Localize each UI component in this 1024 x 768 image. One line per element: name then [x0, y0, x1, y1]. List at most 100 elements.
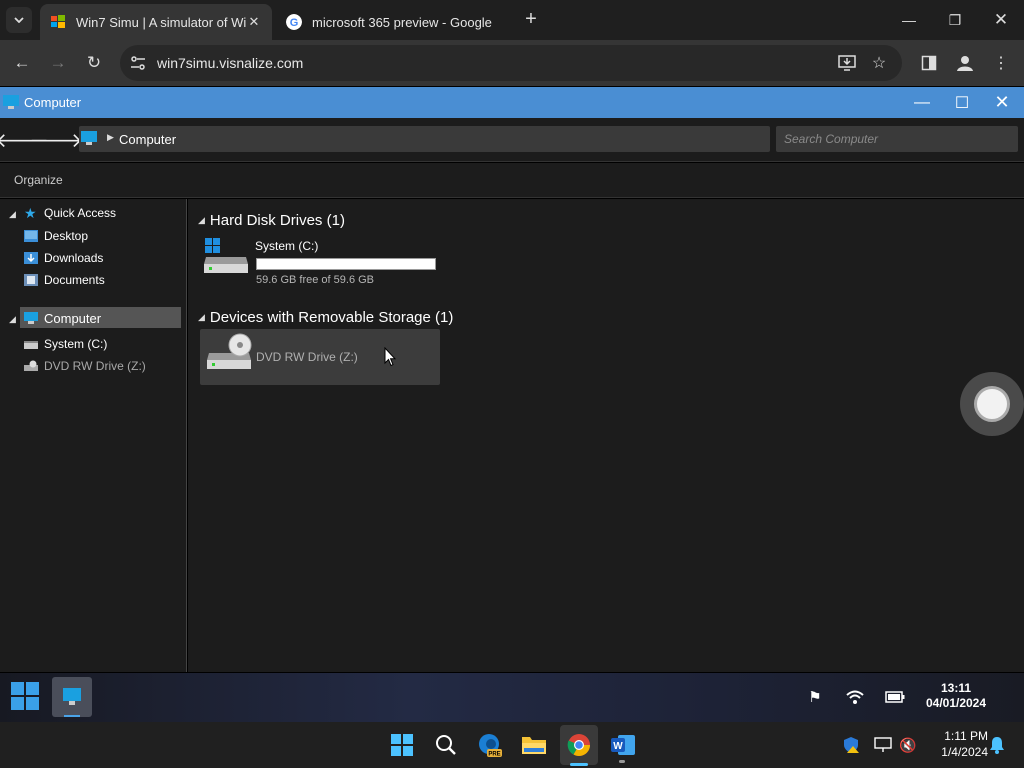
nav-downloads[interactable]: Downloads: [24, 247, 103, 269]
dvd-drive-icon: [207, 333, 252, 369]
nav-label: DVD RW Drive (Z:): [44, 359, 146, 373]
file-explorer-icon[interactable]: [518, 729, 550, 761]
collapse-arrow-icon[interactable]: ◢: [198, 215, 205, 225]
bookmark-star-icon[interactable]: ☆: [868, 52, 890, 74]
hard-disk-group-header[interactable]: ◢ Hard Disk Drives (1): [198, 212, 345, 229]
address-bar[interactable]: win7simu.visnalize.com ☆: [120, 45, 902, 81]
window-maximize-button[interactable]: ☐: [942, 87, 982, 118]
drive-name: System (C:): [255, 239, 319, 253]
taskbar-explorer-button[interactable]: [52, 677, 92, 717]
browser-tab-bar: Win7 Simu | A simulator of Win ✕ G micro…: [0, 0, 1024, 40]
nav-desktop[interactable]: Desktop: [24, 225, 88, 247]
nav-label: Quick Access: [44, 206, 117, 220]
search-input[interactable]: Search Computer: [776, 126, 1018, 152]
expand-arrow-icon[interactable]: ◢: [9, 209, 16, 220]
search-icon[interactable]: [430, 729, 462, 761]
action-center-flag-icon[interactable]: ⚑: [804, 687, 826, 707]
window-minimize-button[interactable]: —: [902, 87, 942, 118]
windows-start-icon[interactable]: [386, 729, 418, 761]
dvd-drive-item[interactable]: DVD RW Drive (Z:): [200, 329, 440, 385]
system-drive-item[interactable]: System (C:) 59.6 GB free of 59.6 GB: [203, 237, 443, 289]
breadcrumb-separator-icon[interactable]: ▶: [107, 132, 114, 143]
nav-dvd-drive[interactable]: DVD RW Drive (Z:): [24, 355, 146, 377]
hard-drive-icon: [24, 341, 38, 349]
notification-bell-icon[interactable]: [982, 729, 1012, 761]
documents-icon: [24, 274, 38, 286]
chrome-active-indicator: [570, 763, 588, 766]
url-text: win7simu.visnalize.com: [157, 55, 304, 71]
explorer-forward-button[interactable]: 🡒: [29, 128, 83, 152]
clock-date: 1/4/2024: [941, 745, 988, 759]
explorer-address-bar[interactable]: ▶ Computer: [79, 126, 770, 152]
loading-spinner: [960, 372, 1024, 436]
tab-title: Win7 Simu | A simulator of Win: [76, 14, 246, 30]
collapse-arrow-icon[interactable]: ◢: [198, 312, 205, 322]
drive-usage-bar: [256, 258, 436, 270]
command-bar: Organize: [0, 163, 1024, 198]
word-open-indicator: [619, 760, 625, 763]
simulated-taskbar: ⚑ 13:11 04/01/2024: [0, 673, 1024, 722]
browser-menu-icon[interactable]: ⋮: [990, 52, 1012, 74]
back-button[interactable]: ←: [10, 51, 34, 75]
desktop-icon: [24, 230, 38, 242]
clock-date: 04/01/2024: [925, 696, 987, 710]
install-app-icon[interactable]: [836, 52, 858, 74]
computer-icon: [63, 688, 81, 705]
breadcrumb[interactable]: Computer: [119, 132, 176, 147]
navigation-pane: ◢ ★ Quick Access Desktop Downloads Docum…: [0, 199, 187, 672]
word-icon[interactable]: W: [607, 729, 639, 761]
content-pane: ◢ Hard Disk Drives (1) System (C:) 59.6 G…: [188, 199, 1024, 672]
nav-documents[interactable]: Documents: [24, 269, 105, 291]
volume-muted-icon[interactable]: 🔇: [893, 729, 923, 761]
tab-search-button[interactable]: [6, 7, 32, 33]
browser-tab-win7simu[interactable]: Win7 Simu | A simulator of Win ✕: [40, 4, 272, 40]
svg-text:PRE: PRE: [488, 752, 500, 758]
svg-text:G: G: [290, 17, 299, 29]
nav-label: Desktop: [44, 229, 89, 243]
profile-icon[interactable]: [954, 52, 976, 74]
restore-browser-button[interactable]: ❐: [932, 0, 978, 40]
new-tab-button[interactable]: +: [520, 9, 542, 31]
start-button-icon[interactable]: [10, 681, 40, 711]
nav-label: Downloads: [44, 251, 104, 265]
downloads-icon: [24, 252, 38, 264]
explorer-navigation-row: 🡐 🡒 ▶ Computer Search Computer: [0, 118, 1024, 162]
system-clock[interactable]: 1:11 PM 1/4/2024: [926, 728, 988, 760]
window-title-bar: Computer — ☐ ✕: [0, 87, 1024, 118]
star-icon: ★: [24, 205, 37, 221]
nav-label: System (C:): [44, 337, 108, 351]
close-browser-button[interactable]: ✕: [978, 0, 1024, 40]
window-close-button[interactable]: ✕: [982, 87, 1022, 118]
wifi-icon[interactable]: [844, 687, 866, 707]
computer-icon: [81, 131, 97, 145]
chrome-icon[interactable]: [563, 729, 595, 761]
side-panel-icon[interactable]: [918, 52, 940, 74]
nav-computer[interactable]: Computer: [24, 307, 101, 329]
host-taskbar: PRE W 🔇 1:11 PM 1/4/2024: [0, 722, 1024, 768]
nav-label: Computer: [44, 310, 102, 326]
edge-preview-icon[interactable]: PRE: [474, 729, 506, 761]
nav-quick-access[interactable]: ★ Quick Access: [24, 202, 116, 224]
drive-free-space: 59.6 GB free of 59.6 GB: [256, 274, 375, 286]
removable-storage-group-header[interactable]: ◢ Devices with Removable Storage (1): [198, 309, 453, 326]
computer-icon: [3, 95, 19, 109]
site-settings-icon[interactable]: [130, 55, 146, 71]
nav-system-c[interactable]: System (C:): [24, 333, 107, 355]
browser-toolbar: ← → ↻ win7simu.visnalize.com ☆ ⋮: [0, 40, 1024, 86]
browser-tab-google[interactable]: G microsoft 365 preview - Google: [276, 4, 512, 40]
forward-button[interactable]: →: [46, 51, 70, 75]
computer-icon: [24, 312, 38, 324]
reload-button[interactable]: ↻: [82, 51, 106, 75]
mouse-cursor-icon: [384, 347, 396, 367]
hard-drive-windows-icon: [204, 238, 248, 273]
security-shield-icon[interactable]: [836, 729, 866, 761]
battery-icon[interactable]: [884, 687, 906, 707]
clock-time: 1:11 PM: [944, 729, 988, 743]
simulated-clock[interactable]: 13:11 04/01/2024: [916, 681, 996, 711]
close-tab-icon[interactable]: ✕: [246, 14, 262, 30]
win7-favicon-icon: [51, 15, 65, 28]
minimize-browser-button[interactable]: —: [886, 0, 932, 40]
expand-arrow-icon[interactable]: ◢: [9, 314, 16, 325]
drive-name: DVD RW Drive (Z:): [256, 350, 358, 364]
organize-button[interactable]: Organize: [14, 173, 63, 187]
